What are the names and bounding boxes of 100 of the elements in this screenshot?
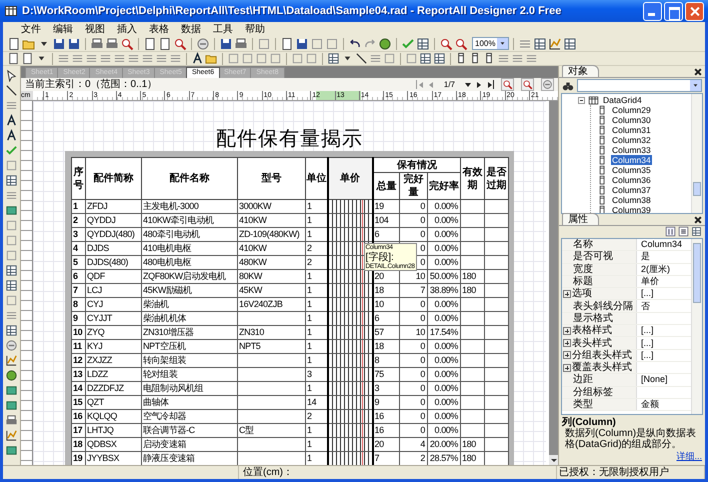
tree-item[interactable]: Column29 bbox=[611, 105, 652, 115]
tree-item[interactable]: Column37 bbox=[611, 185, 652, 195]
tree-item[interactable]: Column33 bbox=[611, 145, 652, 155]
grid-icon[interactable] bbox=[5, 174, 18, 187]
magnifier-icon[interactable] bbox=[522, 79, 533, 90]
panel-tab[interactable]: 对象 bbox=[562, 65, 599, 77]
list-icon[interactable] bbox=[678, 226, 689, 237]
box-icon[interactable] bbox=[5, 399, 18, 412]
expand-toggle[interactable] bbox=[563, 339, 571, 348]
page-icon[interactable] bbox=[280, 36, 294, 50]
page-icon[interactable] bbox=[21, 52, 34, 65]
menu-item[interactable]: 文件 bbox=[15, 22, 47, 36]
printer-icon[interactable] bbox=[234, 36, 248, 50]
property-value[interactable]: 2(厘米) bbox=[641, 264, 670, 275]
circle-icon[interactable] bbox=[5, 339, 18, 352]
close-icon[interactable] bbox=[694, 216, 702, 224]
tree-scrollbar[interactable] bbox=[691, 94, 702, 213]
expand-toggle[interactable] bbox=[563, 326, 571, 335]
menu-item[interactable]: 表格 bbox=[143, 22, 175, 36]
line-icon[interactable] bbox=[5, 84, 18, 97]
menu-item[interactable]: 工具 bbox=[207, 22, 239, 36]
tree-item[interactable]: DataGrid4 bbox=[602, 95, 643, 105]
printer-icon[interactable] bbox=[5, 414, 18, 427]
printer-icon[interactable] bbox=[105, 36, 119, 50]
grid-icon[interactable] bbox=[5, 324, 18, 337]
menu-item[interactable]: 数据 bbox=[175, 22, 207, 36]
letter-icon[interactable] bbox=[5, 114, 18, 127]
scroll-down-button[interactable] bbox=[549, 455, 558, 465]
magnifier-icon[interactable] bbox=[173, 36, 187, 50]
circle-icon[interactable] bbox=[542, 79, 553, 90]
maximize-button[interactable] bbox=[664, 2, 683, 20]
line-icon[interactable] bbox=[355, 52, 368, 65]
property-value[interactable]: [...] bbox=[641, 350, 654, 361]
circle-icon[interactable] bbox=[196, 36, 210, 50]
page-icon[interactable] bbox=[7, 52, 20, 65]
tree-item[interactable]: Column38 bbox=[611, 195, 652, 205]
page-dropdown-button[interactable] bbox=[464, 80, 472, 89]
property-scrollbar[interactable] bbox=[691, 239, 702, 414]
next-page-button[interactable] bbox=[475, 80, 483, 89]
collapse-toggle[interactable] bbox=[578, 96, 585, 104]
box-icon[interactable] bbox=[5, 204, 18, 217]
grid-icon[interactable] bbox=[327, 52, 340, 65]
close-icon[interactable] bbox=[694, 68, 702, 76]
menu-item[interactable]: 插入 bbox=[111, 22, 143, 36]
letter-icon[interactable] bbox=[191, 52, 204, 65]
magnifier-icon[interactable] bbox=[439, 36, 453, 50]
box-icon[interactable] bbox=[5, 444, 18, 457]
sort-icon[interactable] bbox=[665, 226, 676, 237]
property-value[interactable]: [None] bbox=[641, 374, 668, 386]
property-value[interactable]: [...] bbox=[641, 325, 654, 336]
grid-icon[interactable] bbox=[533, 36, 548, 50]
check-icon[interactable] bbox=[5, 144, 18, 157]
zoom-combo[interactable]: 100% bbox=[472, 37, 510, 50]
printer-icon[interactable] bbox=[90, 36, 104, 50]
magnifier-icon[interactable] bbox=[120, 36, 134, 50]
menu-item[interactable]: 编辑 bbox=[47, 22, 79, 36]
menu-item[interactable]: 帮助 bbox=[239, 22, 271, 36]
property-value[interactable]: 否 bbox=[641, 300, 650, 312]
magnifier-icon[interactable] bbox=[454, 36, 468, 50]
property-value[interactable]: 金额 bbox=[641, 399, 659, 410]
grid-icon[interactable] bbox=[416, 36, 430, 50]
grid-icon[interactable] bbox=[419, 52, 432, 65]
last-page-button[interactable] bbox=[486, 80, 494, 89]
panel-tab[interactable]: 属性 bbox=[562, 213, 599, 225]
grid-icon[interactable] bbox=[5, 264, 18, 277]
grid-icon[interactable] bbox=[563, 36, 578, 50]
letter-icon[interactable] bbox=[5, 129, 18, 142]
chart-icon[interactable] bbox=[5, 429, 18, 442]
binoculars-icon[interactable] bbox=[562, 80, 574, 92]
tree-item[interactable]: Column36 bbox=[611, 175, 652, 185]
property-value[interactable]: 单价 bbox=[641, 276, 659, 288]
property-value[interactable]: [...] bbox=[641, 288, 654, 300]
chart-icon[interactable] bbox=[5, 354, 18, 367]
property-value[interactable]: [...] bbox=[641, 338, 654, 349]
property-value[interactable]: 是 bbox=[641, 251, 650, 262]
chart-icon[interactable] bbox=[548, 36, 562, 50]
tree-item[interactable]: Column35 bbox=[611, 165, 652, 175]
tree-item[interactable]: Column34 bbox=[611, 155, 652, 165]
property-value[interactable]: Column34 bbox=[641, 239, 682, 250]
details-link[interactable]: 详细... bbox=[676, 450, 702, 463]
cursor-icon[interactable] bbox=[5, 69, 18, 82]
tree-item[interactable]: Column39 bbox=[611, 205, 652, 213]
expand-toggle[interactable] bbox=[563, 364, 571, 372]
vertical-scrollbar[interactable] bbox=[546, 101, 558, 465]
page-icon[interactable] bbox=[7, 36, 21, 50]
first-page-button[interactable] bbox=[416, 80, 424, 89]
box-icon[interactable] bbox=[5, 384, 18, 397]
close-button[interactable] bbox=[685, 2, 704, 20]
check-icon[interactable] bbox=[401, 36, 415, 50]
grid-icon[interactable] bbox=[5, 279, 18, 292]
tree-item[interactable]: Column32 bbox=[611, 135, 652, 145]
page-icon[interactable] bbox=[158, 36, 172, 50]
tree-item[interactable]: Column30 bbox=[611, 115, 652, 125]
menu-item[interactable]: 视图 bbox=[79, 22, 111, 36]
tree-item[interactable]: Column31 bbox=[611, 125, 652, 135]
grid-icon[interactable] bbox=[691, 226, 702, 237]
grid-icon[interactable] bbox=[433, 52, 446, 65]
minimize-button[interactable] bbox=[643, 2, 662, 20]
expand-toggle[interactable] bbox=[563, 290, 571, 298]
page-icon[interactable] bbox=[143, 36, 157, 50]
